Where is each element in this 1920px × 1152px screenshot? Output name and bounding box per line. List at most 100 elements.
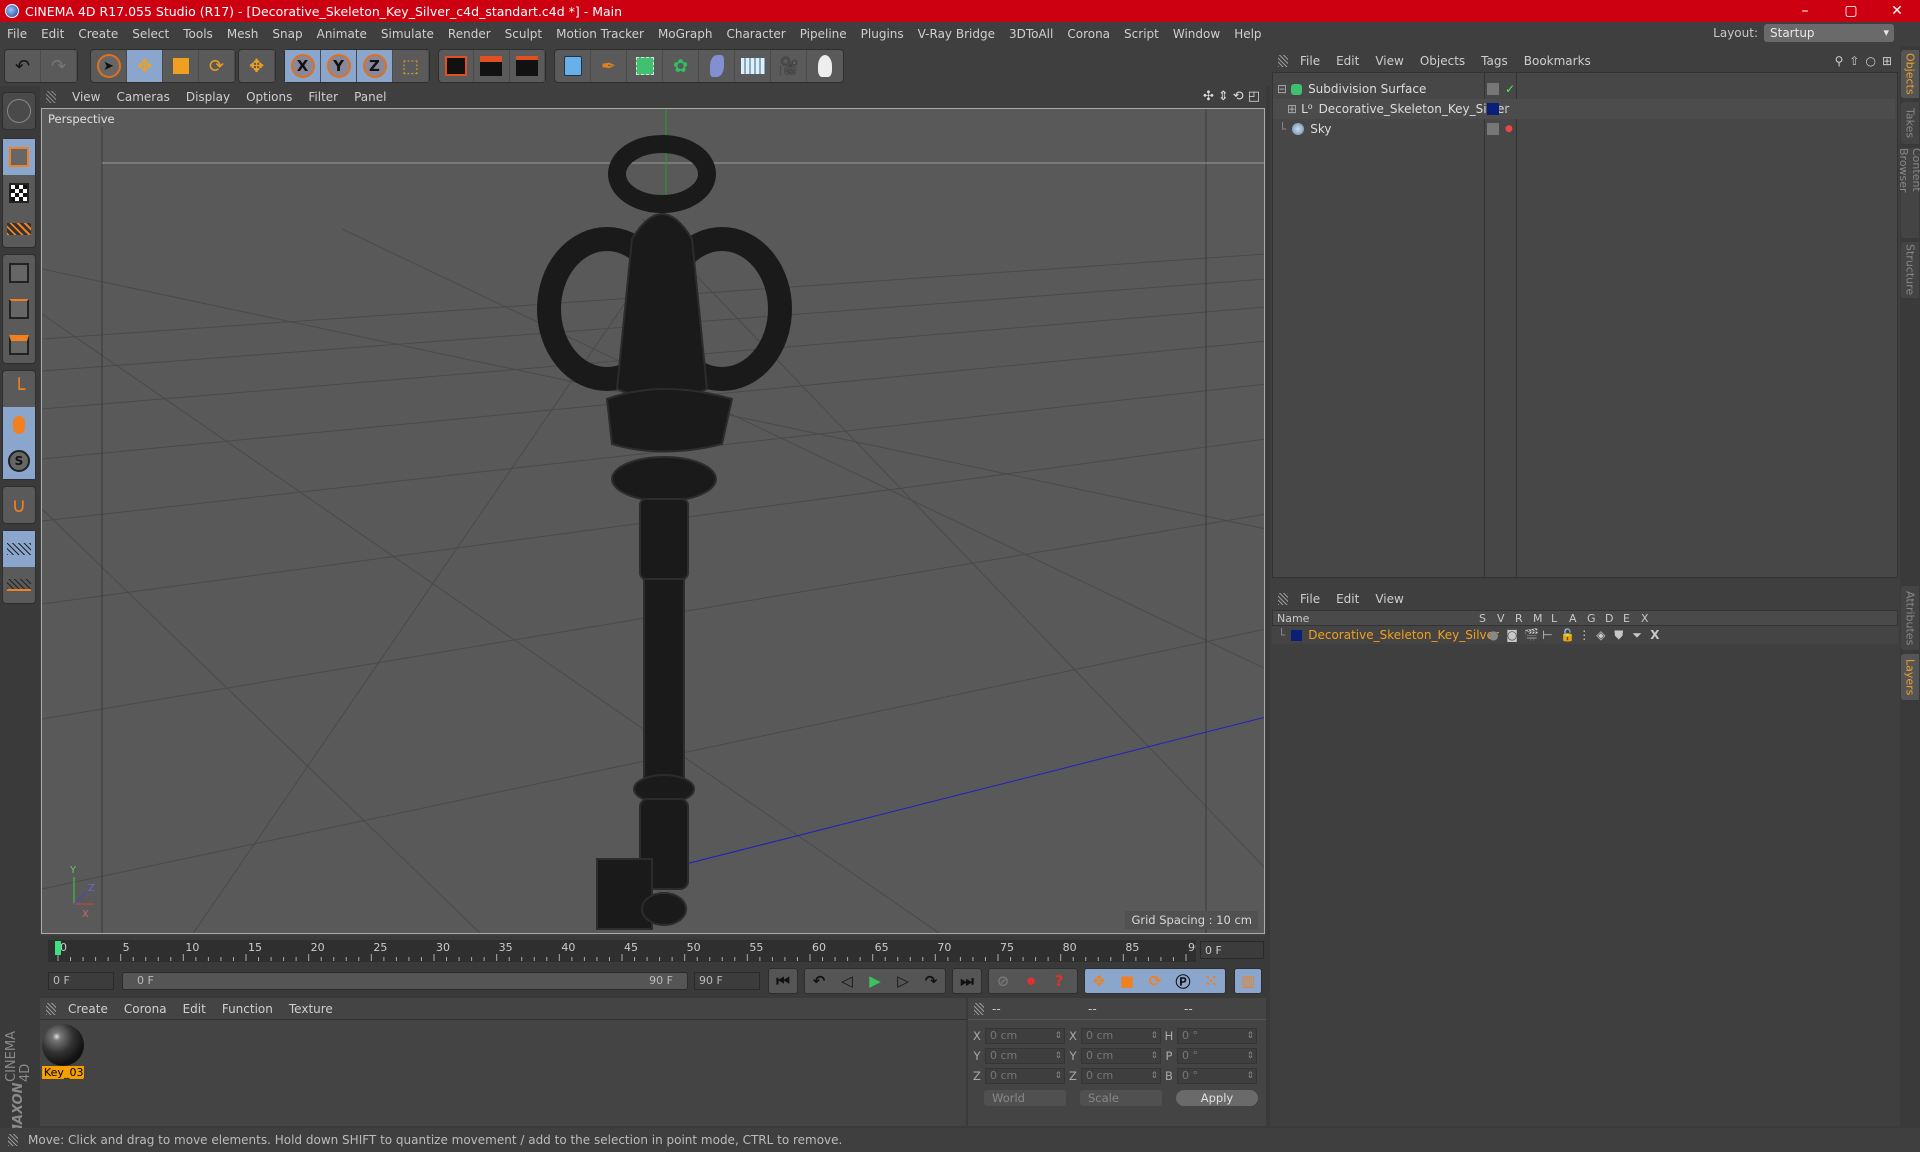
object-row[interactable]: └ Sky ● [1273, 119, 1895, 139]
enabled-check-icon[interactable]: ✓ [1505, 82, 1515, 96]
light-button[interactable] [807, 50, 843, 82]
render-view-button[interactable] [439, 50, 475, 82]
menu-corona[interactable]: Corona [1060, 22, 1117, 46]
layers-menu-edit[interactable]: Edit [1328, 592, 1367, 606]
objects-menu-tags[interactable]: Tags [1473, 54, 1516, 68]
panel-grip-icon[interactable] [974, 1002, 984, 1015]
object-row[interactable]: ⊟ Subdivision Surface ✓ [1273, 79, 1895, 99]
lock-workplane-button[interactable] [3, 531, 35, 567]
start-frame-field[interactable]: 0 F [48, 972, 114, 990]
new-view-icon[interactable]: ⊞ [1882, 54, 1892, 68]
menu-snap[interactable]: Snap [265, 22, 309, 46]
layer-name[interactable]: Decorative_Skeleton_Key_Silver [1308, 628, 1499, 642]
panel-grip-icon[interactable] [1278, 55, 1288, 67]
tweak-mode-button[interactable] [3, 407, 35, 443]
size-x-field[interactable]: 0 cm [1081, 1028, 1161, 1044]
key-scale-icon[interactable]: ■ [1113, 969, 1141, 993]
column-locked[interactable]: L [1551, 612, 1569, 625]
object-name[interactable]: Decorative_Skeleton_Key_Silver [1319, 102, 1510, 116]
tab-structure[interactable]: Structure [1901, 242, 1919, 298]
cube-button[interactable] [555, 50, 591, 82]
objects-menu-edit[interactable]: Edit [1328, 54, 1367, 68]
render-picture-viewer-button[interactable] [474, 50, 510, 82]
render-off-dot-icon[interactable]: ● [1505, 124, 1513, 134]
coordinate-mode-dropdown[interactable]: World [984, 1090, 1066, 1106]
menu-file[interactable]: File [0, 22, 34, 46]
generators-toggle-icon[interactable]: ◈ [1596, 628, 1614, 642]
prev-key-button[interactable]: ↶ [805, 969, 833, 993]
viewport-menu-display[interactable]: Display [178, 90, 238, 104]
menu-help[interactable]: Help [1227, 22, 1268, 46]
column-solo[interactable]: S [1479, 612, 1497, 625]
material-menu-texture[interactable]: Texture [281, 1002, 341, 1016]
column-expressions[interactable]: E [1623, 612, 1641, 625]
dolly-view-icon[interactable]: ⇕ [1218, 89, 1229, 104]
pen-spline-button[interactable]: ✒ [591, 50, 627, 82]
menu-motion-tracker[interactable]: Motion Tracker [549, 22, 651, 46]
menu-sculpt[interactable]: Sculpt [498, 22, 549, 46]
array-button[interactable]: ✿ [663, 50, 699, 82]
scale-tool-button[interactable] [163, 50, 199, 82]
material-swatch[interactable]: Key_03_! [42, 1024, 84, 1079]
undo-button[interactable]: ↶ [5, 50, 41, 82]
autokey-icon[interactable]: ⏺ [1017, 969, 1045, 993]
filter-icon[interactable]: ○ [1865, 54, 1875, 68]
menu-create[interactable]: Create [71, 22, 125, 46]
column-manager[interactable]: M [1533, 612, 1551, 625]
enable-axis-button[interactable]: └ [3, 371, 35, 407]
material-menu-function[interactable]: Function [214, 1002, 281, 1016]
menu-window[interactable]: Window [1166, 22, 1227, 46]
make-editable-button[interactable] [3, 93, 35, 129]
panel-grip-icon[interactable] [46, 91, 56, 103]
expressions-toggle-icon[interactable]: ⏷ [1632, 628, 1650, 643]
end-frame-field[interactable]: 90 F [694, 972, 760, 990]
record-keys-icon[interactable]: ⊘ [989, 969, 1017, 993]
viewport-menu-filter[interactable]: Filter [300, 90, 346, 104]
key-param-icon[interactable]: Ⓟ [1169, 969, 1197, 993]
play-button[interactable]: ▶ [861, 969, 889, 993]
object-row[interactable]: ⊞ L⁰ Decorative_Skeleton_Key_Silver ⁞ [1273, 99, 1895, 119]
material-menu-edit[interactable]: Edit [175, 1002, 214, 1016]
column-generators[interactable]: G [1587, 612, 1605, 625]
pos-z-field[interactable]: 0 cm [985, 1068, 1065, 1084]
editor-visibility-icon[interactable] [1487, 83, 1499, 95]
size-mode-dropdown[interactable]: Scale [1080, 1090, 1162, 1106]
material-menu-corona[interactable]: Corona [116, 1002, 175, 1016]
column-xref[interactable]: X [1641, 612, 1659, 625]
deformers-toggle-icon[interactable]: ⛊ [1614, 628, 1632, 643]
column-animation[interactable]: A [1569, 612, 1587, 625]
column-deformers[interactable]: D [1605, 612, 1623, 625]
material-menu-create[interactable]: Create [60, 1002, 116, 1016]
editor-visibility-icon[interactable] [1487, 123, 1499, 135]
tab-content-browser[interactable]: Content Browser [1897, 148, 1920, 238]
subdivision-button[interactable] [627, 50, 663, 82]
rot-b-field[interactable]: 0 ° [1177, 1068, 1257, 1084]
deformer-button[interactable] [699, 50, 735, 82]
magnet-button[interactable]: ∪ [3, 487, 35, 523]
menu-vray-bridge[interactable]: V-Ray Bridge [911, 22, 1002, 46]
points-mode-button[interactable] [3, 255, 35, 291]
z-axis-button[interactable]: Z [357, 50, 393, 82]
viewport-menu-options[interactable]: Options [238, 90, 300, 104]
size-z-field[interactable]: 0 cm [1081, 1068, 1161, 1084]
3d-viewport[interactable]: Y Z X Perspective Grid Spacing : 10 cm [41, 108, 1265, 934]
pos-y-field[interactable]: 0 cm [985, 1048, 1065, 1064]
layout-dropdown[interactable]: Startup [1764, 24, 1894, 42]
menu-mograph[interactable]: MoGraph [651, 22, 720, 46]
snap-button[interactable]: S [3, 443, 35, 479]
prev-frame-button[interactable]: ◁ [833, 969, 861, 993]
move-tool-button[interactable]: ✥ [127, 50, 163, 82]
goto-start-button[interactable]: ⏮ [769, 969, 797, 993]
menu-simulate[interactable]: Simulate [374, 22, 441, 46]
layer-color-swatch[interactable] [1291, 629, 1303, 641]
key-rotation-icon[interactable]: ⟳ [1141, 969, 1169, 993]
objects-menu-file[interactable]: File [1292, 54, 1328, 68]
maximize-view-icon[interactable]: ◰ [1248, 89, 1260, 104]
x-axis-button[interactable]: X [285, 50, 321, 82]
workplane-mode-button[interactable] [3, 211, 35, 247]
column-name[interactable]: Name [1273, 612, 1479, 625]
menu-mesh[interactable]: Mesh [220, 22, 266, 46]
layers-menu-file[interactable]: File [1292, 592, 1328, 606]
close-button[interactable]: ✕ [1874, 0, 1920, 22]
objects-menu-view[interactable]: View [1367, 54, 1411, 68]
